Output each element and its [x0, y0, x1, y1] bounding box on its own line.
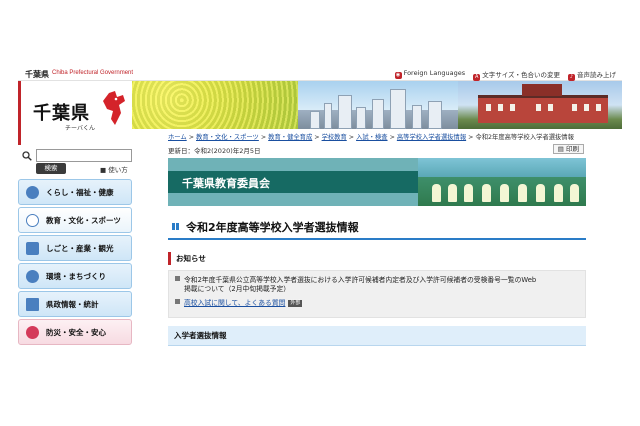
- breadcrumb-school-education[interactable]: 学校教育: [322, 134, 347, 141]
- breadcrumb-home[interactable]: ホーム: [168, 134, 187, 141]
- search-input[interactable]: [36, 149, 132, 162]
- category-nav: くらし・福祉・健康 教育・文化・スポーツ しごと・産業・観光 環境・まちづくり …: [18, 179, 132, 347]
- search-usage-link[interactable]: ■ 使い方: [100, 164, 128, 174]
- logo-title: 千葉県: [33, 103, 90, 124]
- briefcase-icon: [26, 242, 39, 255]
- bullet-icon: [175, 299, 180, 304]
- breadcrumb-hs-admission[interactable]: 高等学校入学者選抜情報: [397, 134, 466, 141]
- site-logo[interactable]: 千葉県 チーバくん: [18, 81, 132, 145]
- nav-item-living[interactable]: くらし・福祉・健康: [18, 179, 132, 205]
- nav-item-prefectural-info[interactable]: 県政情報・統計: [18, 291, 132, 317]
- heart-icon: [26, 326, 39, 339]
- page-title-area: 令和2年度高等学校入学者選抜情報: [168, 214, 586, 240]
- breadcrumb: ホーム > 教育・文化・スポーツ > 教育・健全育成 > 学校教育 > 入試・検…: [168, 134, 574, 141]
- foreign-languages-link[interactable]: ◉ Foreign Languages: [394, 69, 465, 81]
- browser-page: 千葉県 Chiba Prefectural Government ◉ Foreig…: [18, 67, 622, 359]
- notice-item: 高校入試に関して、よくある質問 外部: [175, 299, 303, 308]
- notice-item: 令和2年度千葉県公立高等学校入学者選抜における入学許可候補者内定者及び入学許可候…: [175, 276, 536, 285]
- search-row: [22, 149, 132, 163]
- title-marker-icon: [172, 223, 179, 230]
- nav-item-environment[interactable]: 環境・まちづくり: [18, 263, 132, 289]
- nav-item-disaster-safety[interactable]: 防災・安全・安心: [18, 319, 132, 345]
- building-icon: [26, 298, 39, 311]
- print-button[interactable]: ▤ 印刷: [552, 144, 584, 154]
- breadcrumb-current: 令和2年度高等学校入学者選抜情報: [475, 134, 574, 141]
- breadcrumb-healthy-growth[interactable]: 教育・健全育成: [268, 134, 312, 141]
- notice-heading: お知らせ: [168, 252, 586, 265]
- globe-icon: ◉: [394, 72, 402, 79]
- updated-date: 更新日：令和2(2020)年2月5日: [168, 147, 261, 155]
- text-size-icon: A: [473, 74, 481, 81]
- breadcrumb-education[interactable]: 教育・文化・スポーツ: [196, 134, 259, 141]
- selection-info-heading: 入学者選抜情報: [168, 326, 586, 346]
- printer-icon: ▤: [557, 145, 566, 153]
- speaker-icon: ♪: [568, 74, 575, 81]
- external-link-tag: 外部: [288, 300, 303, 307]
- chiba-kun-mascot-icon: [103, 91, 125, 125]
- breadcrumb-exams[interactable]: 入試・検査: [356, 134, 387, 141]
- notice-box: 令和2年度千葉県公立高等学校入学者選抜における入学許可候補者内定者及び入学許可候…: [168, 270, 586, 318]
- top-utility-bar: 千葉県 Chiba Prefectural Government ◉ Foreig…: [18, 67, 622, 81]
- site-name[interactable]: 千葉県: [25, 69, 49, 80]
- main-content: ホーム > 教育・文化・スポーツ > 教育・健全育成 > 学校教育 > 入試・検…: [168, 129, 586, 359]
- utility-links: ◉ Foreign Languages A 文字サイズ・色合いの変更 ♪ 音声読み上げ: [394, 69, 616, 81]
- notice-item-continued: 掲載について（2月中旬掲載予定）: [184, 285, 291, 293]
- header-banner: [132, 81, 622, 129]
- nav-item-work[interactable]: しごと・産業・観光: [18, 235, 132, 261]
- students-photo: [418, 158, 586, 206]
- voice-reading-link[interactable]: ♪ 音声読み上げ: [568, 69, 616, 81]
- banner-photo-building: [458, 81, 622, 129]
- faq-link[interactable]: 高校入試に関して、よくある質問: [184, 299, 285, 307]
- banner-photo-city: [298, 81, 458, 129]
- help-icon: ■: [100, 166, 109, 174]
- board-title: 千葉県教育委員会: [182, 177, 270, 190]
- banner-photo-flowers: [132, 81, 298, 129]
- pencil-icon: [26, 214, 39, 227]
- board-of-education-banner: 千葉県教育委員会: [168, 158, 586, 206]
- search-icon: [22, 151, 32, 161]
- nav-item-education[interactable]: 教育・文化・スポーツ: [18, 207, 132, 233]
- text-size-color-link[interactable]: A 文字サイズ・色合いの変更: [473, 69, 560, 81]
- site-english-name: Chiba Prefectural Government: [52, 70, 134, 76]
- logo-subtitle: チーバくん: [65, 125, 95, 132]
- page-title: 令和2年度高等学校入学者選抜情報: [186, 221, 359, 234]
- tree-icon: [26, 270, 39, 283]
- house-icon: [26, 186, 39, 199]
- search-button[interactable]: 検索: [36, 163, 66, 174]
- bullet-icon: [175, 276, 180, 281]
